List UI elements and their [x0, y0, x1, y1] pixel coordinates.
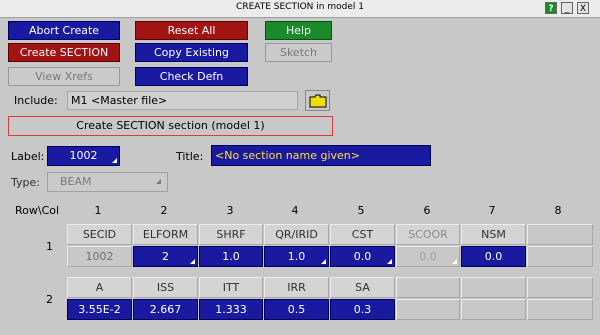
window-minimize-icon[interactable]: _ [561, 2, 573, 14]
elform-field[interactable]: 2 [133, 246, 198, 267]
dropdown-corner-icon [156, 179, 161, 184]
secid-value: 1002 [67, 246, 132, 267]
create-section-button[interactable]: Create SECTION [8, 43, 120, 62]
empty-value-cell [396, 299, 460, 320]
row-number: 2 [46, 293, 53, 306]
column-number: 5 [357, 204, 365, 217]
view-xrefs-button[interactable]: View Xrefs [8, 67, 120, 86]
type-field[interactable]: BEAM [47, 172, 168, 192]
dropdown-corner-icon [321, 259, 326, 264]
cst-field[interactable]: 0.0 [330, 246, 395, 267]
window-title: CREATE SECTION in model 1 [236, 2, 364, 12]
elform-value: 2 [162, 250, 169, 263]
field-header-irr: IRR [264, 277, 329, 298]
shrf-field[interactable]: 1.0 [199, 246, 263, 267]
field-header-cst: CST [330, 224, 395, 245]
empty-header-cell [527, 277, 593, 298]
field-header-itt: ITT [199, 277, 263, 298]
label-field[interactable]: 1002 [47, 146, 120, 166]
label-caption: Label: [11, 150, 45, 163]
copy-existing-button[interactable]: Copy Existing [135, 43, 248, 62]
scoor-value: 0.0 [419, 250, 437, 263]
window-close-icon[interactable]: X [577, 2, 589, 14]
irr-field[interactable]: 0.5 [264, 299, 329, 320]
scoor-field[interactable]: 0.0 [396, 246, 460, 267]
column-number: 3 [226, 204, 234, 217]
window-help-icon[interactable]: ? [545, 2, 557, 14]
create-section-header: Create SECTION section (model 1) [8, 116, 333, 136]
field-header-iss: ISS [133, 277, 198, 298]
check-defn-button[interactable]: Check Defn [135, 67, 248, 86]
empty-value-cell [527, 246, 593, 267]
sa-field[interactable]: 0.3 [330, 299, 395, 320]
sketch-button[interactable]: Sketch [265, 43, 332, 62]
nsm-field[interactable]: 0.0 [461, 246, 526, 267]
help-button[interactable]: Help [265, 21, 332, 40]
title-field[interactable]: <No section name given> [211, 145, 431, 166]
empty-header-cell [396, 277, 460, 298]
type-value: BEAM [60, 175, 92, 188]
column-number: 4 [291, 204, 299, 217]
title-caption: Title: [176, 150, 204, 163]
field-header-elform: ELFORM [133, 224, 198, 245]
field-header-nsm: NSM [461, 224, 526, 245]
reset-all-button[interactable]: Reset All [135, 21, 248, 40]
qr-irid-field[interactable]: 1.0 [264, 246, 329, 267]
field-header-a: A [67, 277, 132, 298]
dropdown-corner-icon [452, 259, 457, 264]
qr-irid-value: 1.0 [287, 250, 306, 263]
empty-value-cell [527, 299, 593, 320]
window-titlebar: CREATE SECTION in model 1 ? _ X [0, 0, 600, 18]
dropdown-corner-icon [190, 259, 195, 264]
abort-create-button[interactable]: Abort Create [8, 21, 120, 40]
empty-header-cell [527, 224, 593, 245]
field-header-scoor: SCOOR [396, 224, 460, 245]
cst-value: 0.0 [353, 250, 372, 263]
dropdown-corner-icon [387, 259, 392, 264]
dropdown-corner-icon [112, 158, 117, 163]
empty-header-cell [461, 277, 526, 298]
column-number: 2 [160, 204, 168, 217]
field-header-shrf: SHRF [199, 224, 263, 245]
type-caption: Type: [11, 176, 40, 189]
field-header-sa: SA [330, 277, 395, 298]
itt-field[interactable]: 1.333 [199, 299, 263, 320]
row-col-label: Row\Col [15, 204, 60, 217]
column-number: 8 [554, 204, 562, 217]
field-header-qr-irid: QR/IRID [264, 224, 329, 245]
column-number: 7 [488, 204, 496, 217]
include-field[interactable]: M1 <Master file> [67, 91, 298, 110]
a-field[interactable]: 3.55E-2 [67, 299, 132, 320]
row-number: 1 [46, 240, 53, 253]
field-header-secid: SECID [67, 224, 132, 245]
iss-field[interactable]: 2.667 [133, 299, 198, 320]
column-number: 6 [423, 204, 431, 217]
column-number: 1 [94, 204, 102, 217]
include-label: Include: [14, 94, 58, 107]
empty-value-cell [461, 299, 526, 320]
label-value: 1002 [69, 149, 98, 162]
folder-icon[interactable] [305, 90, 330, 111]
